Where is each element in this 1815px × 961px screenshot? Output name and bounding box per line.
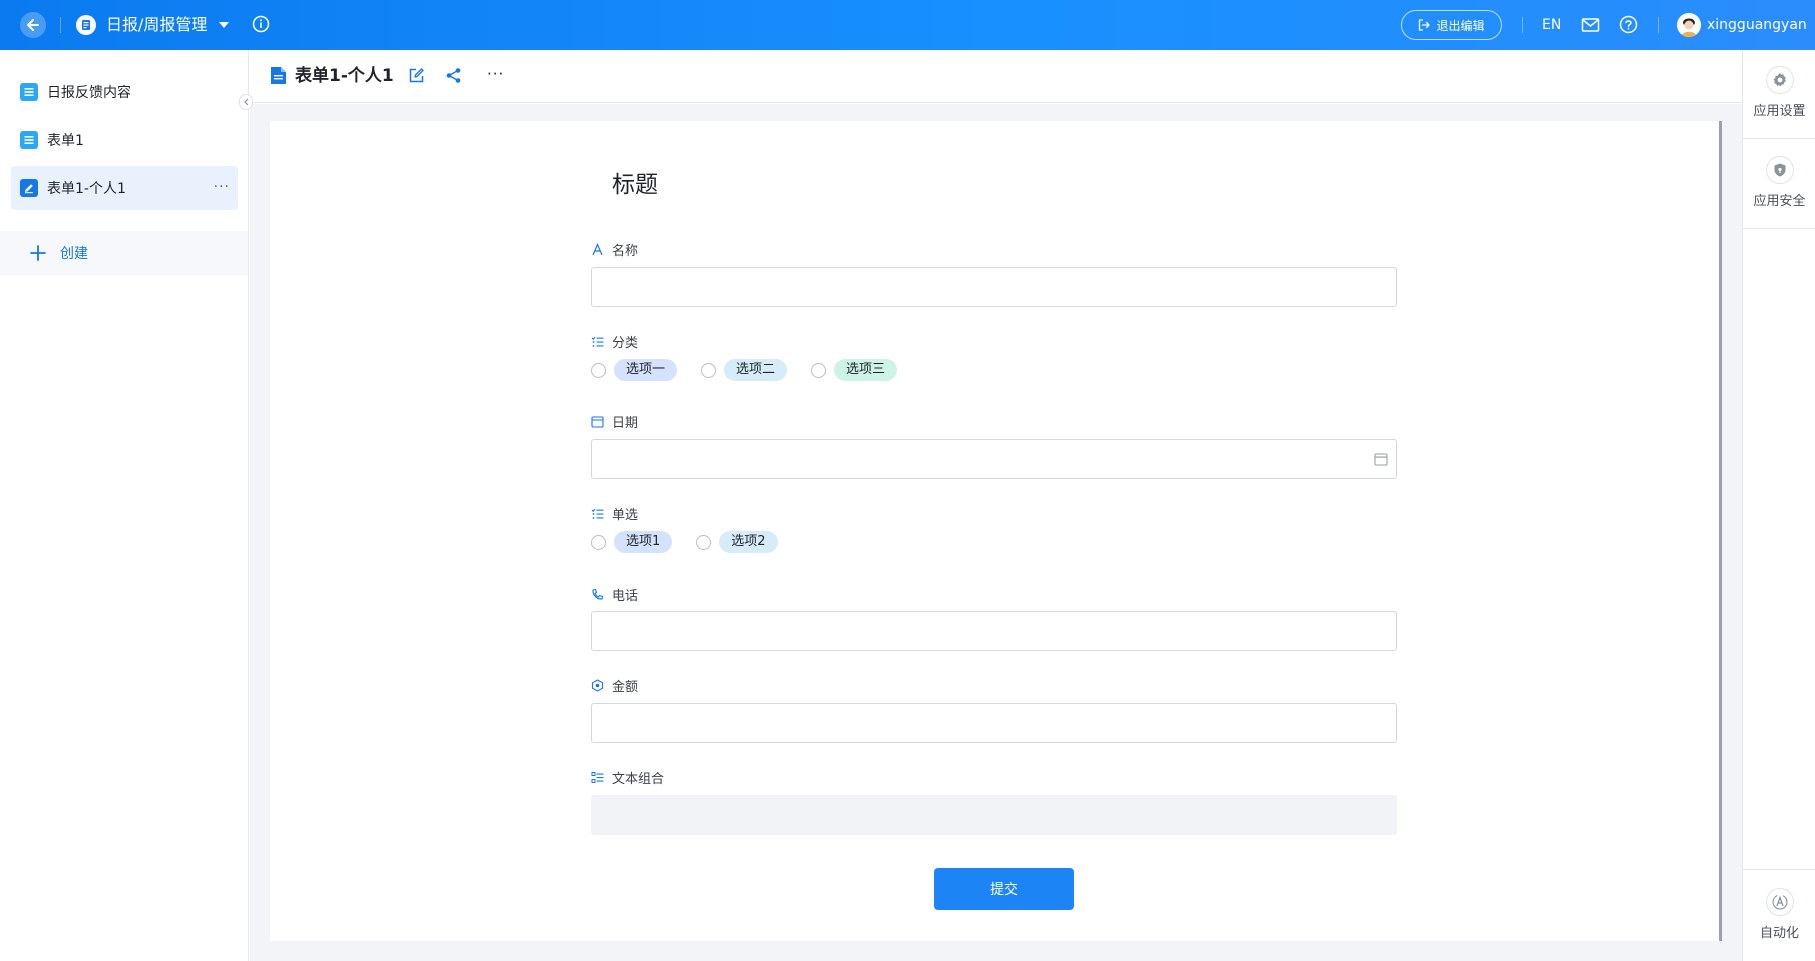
gear-icon [1765,66,1794,94]
app-security-button[interactable]: 应用安全 [1743,156,1815,209]
sidebar-item-label: 表单1 [47,133,84,149]
amount-label: 金额 [591,676,638,695]
list-form-icon [20,83,38,101]
divider [60,17,61,33]
phone-label: 电话 [591,585,638,604]
radio-button[interactable] [591,534,606,550]
option-chip: 选项二 [724,359,788,381]
sidebar-item-form1[interactable]: 表单1 [11,118,238,162]
sidebar-item-daily-feedback[interactable]: 日报反馈内容 [11,70,238,114]
name-label: 名称 [591,240,638,259]
automation-button[interactable]: 自动化 [1743,888,1815,941]
app-settings-label: 应用设置 [1753,104,1806,119]
language-switch[interactable]: EN [1542,16,1561,34]
automation-label: 自动化 [1759,926,1799,941]
app-title[interactable]: 日报/周报管理 [106,14,207,36]
calendar-icon[interactable] [1374,452,1388,466]
create-label: 创建 [60,246,88,262]
option-chip: 选项三 [834,359,898,381]
app-logo-icon [76,15,96,35]
collapse-sidebar-button[interactable] [239,94,253,110]
category-radio-group: 选项一 选项二 选项三 [591,359,921,381]
option-chip: 选项2 [719,531,778,553]
option-chip: 选项一 [614,359,678,381]
top-bar: 日报/周报管理 退出编辑 EN xingguangyan [0,0,1815,50]
list-form-icon [20,131,38,149]
chevron-left-icon [244,98,249,106]
back-button[interactable] [20,12,46,38]
caret-down-icon [219,22,229,28]
text-group-icon [591,772,604,783]
radio-button[interactable] [591,362,606,378]
radio-button[interactable] [701,362,717,378]
divider [1743,228,1815,229]
page-title: 表单1-个人1 [295,66,394,86]
category-option-3[interactable]: 选项三 [811,359,898,381]
exit-edit-button[interactable]: 退出编辑 [1401,10,1502,40]
amount-icon [591,679,604,692]
text-group-input [591,795,1397,835]
username[interactable]: xingguangyan [1707,16,1807,34]
app-dropdown-toggle[interactable] [217,15,231,35]
date-label: 日期 [591,412,638,431]
radio-button[interactable] [811,362,827,378]
app-settings-button[interactable]: 应用设置 [1743,66,1815,119]
checklist-icon [591,508,604,519]
plus-icon [30,245,46,261]
category-option-2[interactable]: 选项二 [701,359,788,381]
share-icon[interactable] [445,67,462,84]
amount-input[interactable] [591,703,1397,743]
sidebar: 日报反馈内容 表单1 表单1-个人1 ··· 创建 [0,50,249,961]
sidebar-item-label: 日报反馈内容 [47,85,131,101]
phone-input[interactable] [591,611,1397,651]
calendar-icon [591,416,604,428]
automation-icon [1765,888,1794,916]
date-input[interactable] [591,439,1397,479]
mail-icon[interactable] [1581,16,1600,34]
single-choice-label: 单选 [591,504,638,523]
single-option-1[interactable]: 选项1 [591,531,673,553]
phone-icon [592,588,604,600]
divider [1743,869,1815,870]
divider [1522,17,1523,33]
divider [1743,138,1815,139]
scrollbar[interactable] [1719,121,1722,941]
submit-button[interactable]: 提交 [934,868,1074,910]
single-option-2[interactable]: 选项2 [696,531,778,553]
name-input[interactable] [591,267,1397,307]
help-icon[interactable] [1619,15,1638,34]
shield-icon [1765,156,1794,184]
avatar[interactable] [1677,13,1701,37]
arrow-left-icon [27,19,39,31]
exit-icon [1419,19,1431,31]
sidebar-item-form1-personal1[interactable]: 表单1-个人1 ··· [11,166,238,210]
category-label: 分类 [591,332,638,351]
text-field-icon [592,243,603,256]
divider [1658,17,1659,33]
edit-title-icon[interactable] [408,67,425,84]
info-icon[interactable] [252,15,270,33]
text-group-label: 文本组合 [591,768,664,787]
sidebar-item-label: 表单1-个人1 [47,181,126,197]
radio-button[interactable] [696,534,712,550]
form-title: 标题 [612,172,658,198]
page-header: 表单1-个人1 ··· [250,50,1742,103]
more-options-button[interactable]: ··· [487,65,504,83]
app-security-label: 应用安全 [1753,194,1806,209]
category-option-1[interactable]: 选项一 [591,359,678,381]
document-icon [270,66,287,85]
option-chip: 选项1 [614,531,673,553]
more-options-button[interactable]: ··· [214,180,230,194]
single-radio-group: 选项1 选项2 [591,531,802,553]
edit-form-icon [20,179,38,197]
create-button[interactable]: 创建 [0,231,248,275]
checklist-icon [591,336,604,347]
right-panel: 应用设置 应用安全 自动化 [1742,50,1815,961]
exit-edit-label: 退出编辑 [1436,18,1485,33]
